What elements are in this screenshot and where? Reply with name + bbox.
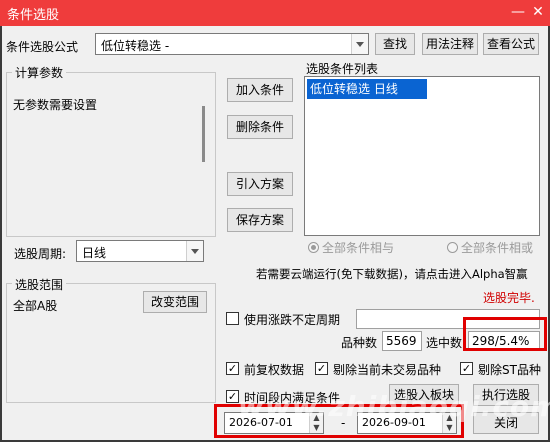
window-title: 条件选股 (7, 8, 60, 23)
conditions-list-title: 选股条件列表 (306, 62, 379, 76)
forward-adjust-checkbox[interactable]: ✓ (226, 362, 239, 375)
logic-and-radio[interactable] (308, 242, 319, 253)
change-scope-button[interactable]: 改变范围 (143, 291, 207, 313)
logic-and-label: 全部条件相与 (322, 241, 395, 255)
selected-label: 选中数 (426, 336, 463, 350)
title-bar: 条件选股 — ✕ (0, 0, 550, 26)
cloud-notice-link[interactable]: 若需要云端运行(免下载数据)，请点击进入Alpha智赢 (256, 266, 528, 282)
remove-condition-button[interactable]: 删除条件 (227, 115, 293, 139)
uncertain-period-checkbox[interactable] (226, 312, 239, 325)
params-message: 无参数需要设置 (13, 98, 98, 112)
params-group-title: 计算参数 (12, 64, 67, 81)
close-icon[interactable]: ✕ (530, 4, 546, 20)
exclude-st-label: 剔除ST品种 (478, 363, 541, 377)
formula-label: 条件选股公式 (6, 40, 79, 54)
watermark: www.zhibiaoqi.com (238, 390, 550, 423)
conditions-list[interactable]: 低位转稳选 日线 (304, 76, 540, 236)
dialog-body: 条件选股公式 低位转稳选 - 查找 用法注释 查看公式 计算参数 无参数需要设置… (2, 26, 550, 440)
scope-value: 全部A股 (13, 299, 58, 313)
count-value: 5569 (382, 331, 422, 351)
params-scrollbar[interactable] (202, 106, 205, 162)
conditions-list-item[interactable]: 低位转稳选 日线 (307, 79, 427, 99)
annotation-box (463, 317, 547, 351)
usage-notes-button[interactable]: 用法注释 (422, 33, 478, 55)
save-scheme-button[interactable]: 保存方案 (227, 208, 293, 232)
count-label: 品种数 (341, 336, 378, 350)
logic-or-radio[interactable] (447, 242, 458, 253)
chevron-down-icon (186, 241, 203, 261)
period-label: 选股周期: (14, 247, 67, 261)
exclude-untraded-checkbox[interactable]: ✓ (315, 362, 328, 375)
minimize-icon[interactable]: — (510, 4, 526, 20)
exclude-untraded-label: 剔除当前未交易品种 (333, 363, 442, 377)
status-text: 选股完毕. (483, 291, 535, 305)
logic-or-label: 全部条件相或 (461, 241, 534, 255)
formula-select[interactable]: 低位转稳选 - (95, 33, 369, 55)
exclude-st-checkbox[interactable]: ✓ (460, 362, 473, 375)
import-scheme-button[interactable]: 引入方案 (227, 172, 293, 196)
find-button[interactable]: 查找 (375, 33, 415, 55)
uncertain-period-label: 使用涨跌不定周期 (244, 313, 341, 327)
view-formula-button[interactable]: 查看公式 (483, 33, 539, 55)
period-select[interactable]: 日线 (76, 240, 204, 262)
formula-select-value: 低位转稳选 - (101, 39, 170, 53)
period-value: 日线 (82, 246, 107, 260)
scope-group-title: 选股范围 (12, 276, 67, 293)
chevron-down-icon (351, 34, 368, 54)
forward-adjust-label: 前复权数据 (244, 363, 305, 377)
add-condition-button[interactable]: 加入条件 (227, 78, 293, 102)
